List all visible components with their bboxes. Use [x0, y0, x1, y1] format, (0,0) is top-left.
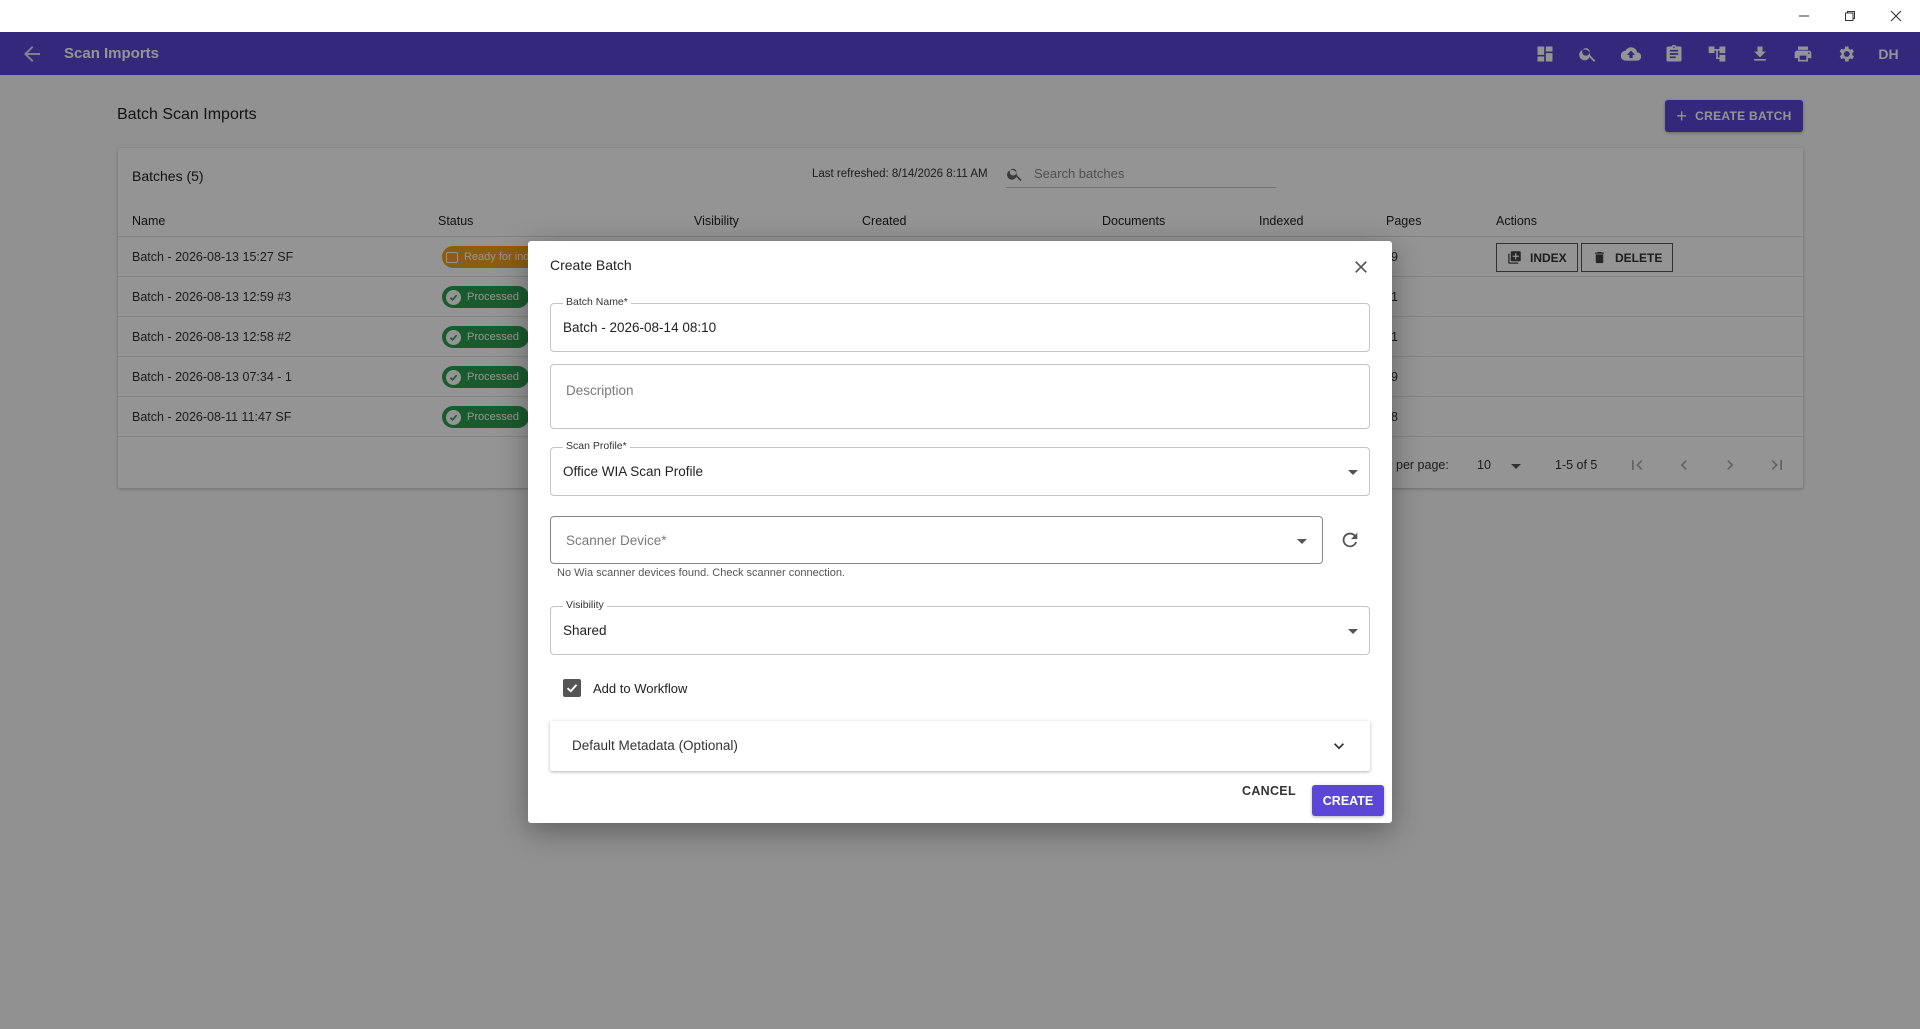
description-input[interactable]: Description: [566, 383, 634, 398]
chevron-down-icon: [1348, 629, 1358, 634]
scan-profile-value: Office WIA Scan Profile: [563, 464, 704, 479]
scanner-device-placeholder: Scanner Device*: [566, 533, 667, 548]
batch-name-field[interactable]: Batch Name* Batch - 2026-08-14 08:10: [550, 296, 1370, 352]
scan-profile-select[interactable]: Scan Profile* Office WIA Scan Profile: [550, 440, 1370, 496]
create-button[interactable]: CREATE: [1312, 785, 1384, 816]
default-metadata-label: Default Metadata (Optional): [572, 738, 738, 753]
scanner-device-select[interactable]: Scanner Device*: [550, 516, 1323, 564]
scan-profile-label: Scan Profile*: [563, 440, 630, 452]
batch-name-label: Batch Name*: [563, 296, 631, 308]
visibility-value: Shared: [563, 623, 607, 638]
description-field[interactable]: Description: [550, 364, 1370, 429]
create-batch-dialog: Create Batch Batch Name* Batch - 2026-08…: [528, 241, 1392, 823]
add-to-workflow-checkbox[interactable]: [563, 679, 581, 697]
refresh-icon[interactable]: [1339, 529, 1361, 551]
expand-more-icon: [1334, 743, 1344, 750]
close-window-icon[interactable]: [1873, 0, 1919, 32]
add-to-workflow-label[interactable]: Add to Workflow: [593, 681, 687, 696]
dialog-title: Create Batch: [550, 257, 632, 273]
scanner-helper-text: No Wia scanner devices found. Check scan…: [557, 567, 845, 579]
restore-icon[interactable]: [1827, 0, 1873, 32]
window-title-bar: [0, 0, 1920, 32]
visibility-label: Visibility: [563, 599, 607, 611]
batch-name-input[interactable]: Batch - 2026-08-14 08:10: [563, 320, 716, 335]
checkmark-icon: [566, 684, 578, 693]
cancel-button[interactable]: CANCEL: [1242, 784, 1296, 798]
chevron-down-icon: [1348, 470, 1358, 475]
visibility-select[interactable]: Visibility Shared: [550, 599, 1370, 655]
default-metadata-accordion[interactable]: Default Metadata (Optional): [550, 721, 1370, 771]
minimize-icon[interactable]: [1781, 0, 1827, 32]
chevron-down-icon: [1297, 539, 1307, 544]
close-icon[interactable]: [1351, 257, 1371, 277]
